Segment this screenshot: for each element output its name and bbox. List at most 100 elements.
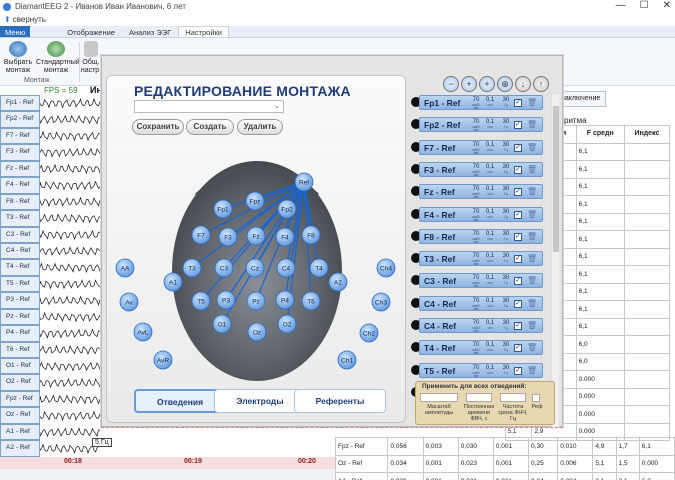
trash-icon[interactable]: 🗑 xyxy=(527,254,537,263)
leads-scrollbar[interactable] xyxy=(551,94,559,429)
amplitude-value[interactable]: 70мкВ/мм xyxy=(470,119,482,132)
time-constant-value[interactable]: 0,1сек xyxy=(484,320,496,330)
channel-label[interactable]: T3 - Ref xyxy=(0,210,40,227)
lead-row[interactable]: C3 - Ref 70 мкВ/мм 0,1 сек 30 Гц ✓ 🗑 xyxy=(411,272,551,289)
electrode-f7[interactable]: F7 xyxy=(191,225,211,245)
zoom-in-button[interactable]: + xyxy=(461,76,477,92)
collapse-button[interactable]: свернуть xyxy=(13,15,46,24)
electrode-t6[interactable]: T6 xyxy=(301,291,321,311)
trash-icon[interactable]: 🗑 xyxy=(527,210,537,219)
time-constant-select[interactable] xyxy=(466,393,492,402)
channel-label[interactable]: Fp2 - Ref xyxy=(0,111,40,128)
electrode-ch1[interactable]: Ch1 xyxy=(337,350,357,370)
lead-row-body[interactable]: T4 - Ref 70 мкВ/мм 0,1 сек 30 Гц ✓ 🗑 xyxy=(419,340,543,356)
lowpass-select[interactable] xyxy=(500,393,526,402)
scroll-thumb[interactable] xyxy=(553,106,559,252)
electrode-fz[interactable]: Fz xyxy=(246,226,266,246)
move-down-button[interactable]: ↓ xyxy=(515,76,531,92)
trash-icon[interactable]: 🗑 xyxy=(527,232,537,241)
electrode-map[interactable]: Ref Fp1 Fpz Fp2 F7 F3 Fz F4 F8 AA A1 T3 C3 Cz C4 T4 A2 Ch… xyxy=(107,146,407,386)
ref-checkbox[interactable] xyxy=(532,394,540,402)
trash-icon[interactable]: 🗑 xyxy=(527,120,537,129)
amplitude-value[interactable]: 70мкВ/мм xyxy=(470,342,482,355)
amplitude-value[interactable]: 70мкВ/мм xyxy=(470,253,482,266)
lead-checkbox[interactable]: ✓ xyxy=(514,165,522,174)
lead-checkbox[interactable]: ✓ xyxy=(514,255,522,264)
amplitude-scale-select[interactable] xyxy=(420,393,458,402)
time-constant-value[interactable]: 0,1сек xyxy=(484,209,496,219)
lead-checkbox[interactable]: ✓ xyxy=(514,299,522,308)
trash-icon[interactable]: 🗑 xyxy=(527,299,537,308)
lead-row[interactable]: T3 - Ref 70 мкВ/мм 0,1 сек 30 Гц ✓ 🗑 xyxy=(411,250,551,267)
channel-label[interactable]: Pz - Ref xyxy=(0,308,40,326)
electrode-t5[interactable]: T5 xyxy=(191,291,211,311)
amplitude-value[interactable]: 70мкВ/мм xyxy=(470,164,482,177)
lead-row-body[interactable]: C4 - Ref 70 мкВ/мм 0,1 сек 30 Гц ✓ 🗑 xyxy=(419,295,543,311)
zoom-fit-button[interactable]: ⊕ xyxy=(497,76,513,92)
time-constant-value[interactable]: 0,1сек xyxy=(484,186,496,196)
amplitude-value[interactable]: 70мкВ/мм xyxy=(470,231,482,244)
lead-row-body[interactable]: Fp2 - Ref 70 мкВ/мм 0,1 сек 30 Гц ✓ 🗑 xyxy=(419,117,543,133)
time-constant-value[interactable]: 0,1сек xyxy=(484,119,496,129)
lead-row-body[interactable]: Fz - Ref 70 мкВ/мм 0,1 сек 30 Гц ✓ 🗑 xyxy=(419,184,543,200)
lowpass-value[interactable]: 30Гц xyxy=(500,253,512,263)
time-constant-value[interactable]: 0,1сек xyxy=(484,97,496,107)
lead-row[interactable]: F8 - Ref 70 мкВ/мм 0,1 сек 30 Гц ✓ 🗑 xyxy=(411,228,551,244)
tab-view[interactable]: Отображение xyxy=(60,26,122,37)
electrode-f8[interactable]: F8 xyxy=(301,225,321,245)
time-constant-value[interactable]: 0,1сек xyxy=(484,275,496,285)
lead-checkbox[interactable]: ✓ xyxy=(514,143,522,152)
channel-label[interactable]: T4 - Ref xyxy=(0,259,40,276)
tab-settings[interactable]: Настройки xyxy=(178,26,229,37)
trash-icon[interactable]: 🗑 xyxy=(527,321,537,330)
electrode-cz[interactable]: Cz xyxy=(245,258,265,278)
save-button[interactable]: Сохранить xyxy=(132,119,184,135)
channel-label[interactable]: F8 - Ref xyxy=(0,193,40,211)
create-button[interactable]: Создать xyxy=(186,119,234,135)
lead-row-body[interactable]: C3 - Ref 70 мкВ/мм 0,1 сек 30 Гц ✓ 🗑 xyxy=(419,273,543,289)
lowpass-value[interactable]: 30Гц xyxy=(500,342,512,352)
trash-icon[interactable]: 🗑 xyxy=(527,165,537,174)
electrode-c4[interactable]: C4 xyxy=(276,258,296,278)
lead-row-body[interactable]: F3 - Ref 70 мкВ/мм 0,1 сек 30 Гц ✓ 🗑 xyxy=(419,161,543,177)
trash-icon[interactable]: 🗑 xyxy=(527,98,537,107)
trash-icon[interactable]: 🗑 xyxy=(527,366,537,375)
electrode-fpz[interactable]: Fpz xyxy=(245,191,265,211)
lead-row-body[interactable]: F7 - Ref 70 мкВ/мм 0,1 сек 30 Гц ✓ 🗑 xyxy=(419,139,543,155)
lead-row[interactable]: C4 - Ref 70 мкВ/мм 0,1 сек 30 Гц ✓ 🗑 xyxy=(411,317,551,333)
conclusion-button[interactable]: заключение xyxy=(556,91,606,107)
lowpass-value[interactable]: 30Гц xyxy=(500,142,512,152)
electrode-ch2[interactable]: Ch2 xyxy=(359,323,379,343)
lead-checkbox[interactable]: ✓ xyxy=(514,322,522,330)
channel-label[interactable]: O1 - Ref xyxy=(0,358,40,375)
trash-icon[interactable]: 🗑 xyxy=(527,143,537,152)
time-constant-value[interactable]: 0,1сек xyxy=(484,164,496,174)
tab-electrodes[interactable]: Электроды xyxy=(214,389,306,413)
lead-row[interactable]: Fz - Ref 70 мкВ/мм 0,1 сек 30 Гц ✓ 🗑 xyxy=(411,183,551,200)
electrode-p3[interactable]: P3 xyxy=(216,290,236,310)
trash-icon[interactable]: 🗑 xyxy=(527,343,537,352)
electrode-f4[interactable]: F4 xyxy=(275,227,295,247)
time-ruler[interactable]: 00:18 00:19 00:20 xyxy=(0,457,335,469)
lead-row[interactable]: F3 - Ref 70 мкВ/мм 0,1 сек 30 Гц ✓ 🗑 xyxy=(411,161,551,177)
electrode-av[interactable]: Av xyxy=(119,292,139,312)
channel-label[interactable]: Fp1 - Ref xyxy=(0,95,40,112)
time-constant-value[interactable]: 0,1сек xyxy=(484,253,496,263)
trash-icon[interactable]: 🗑 xyxy=(527,187,537,196)
maximize-button[interactable]: ☐ xyxy=(640,0,649,11)
channel-label[interactable]: T6 - Ref xyxy=(0,341,40,358)
electrode-a1[interactable]: A1 xyxy=(163,272,183,292)
channel-label[interactable]: A1 - Ref xyxy=(0,423,40,441)
zoom-in-more-button[interactable]: + xyxy=(479,76,495,92)
channel-label[interactable]: Oz - Ref xyxy=(0,407,40,424)
lowpass-value[interactable]: 30Гц xyxy=(500,97,512,107)
lead-row[interactable]: Fp1 - Ref 70 мкВ/мм 0,1 сек 30 Гц ✓ 🗑 xyxy=(411,94,551,110)
tab-leads[interactable]: Отведения xyxy=(134,389,226,413)
lead-row[interactable]: Fp2 - Ref 70 мкВ/мм 0,1 сек 30 Гц ✓ 🗑 xyxy=(411,116,551,133)
amplitude-value[interactable]: 70мкВ/мм xyxy=(470,142,482,155)
electrode-ch3[interactable]: Ch3 xyxy=(371,292,391,312)
lowpass-value[interactable]: 30Гц xyxy=(500,275,512,285)
electrode-pz[interactable]: Pz xyxy=(246,291,266,311)
lowpass-value[interactable]: 30Гц xyxy=(500,164,512,174)
electrode-o2[interactable]: O2 xyxy=(277,314,297,334)
